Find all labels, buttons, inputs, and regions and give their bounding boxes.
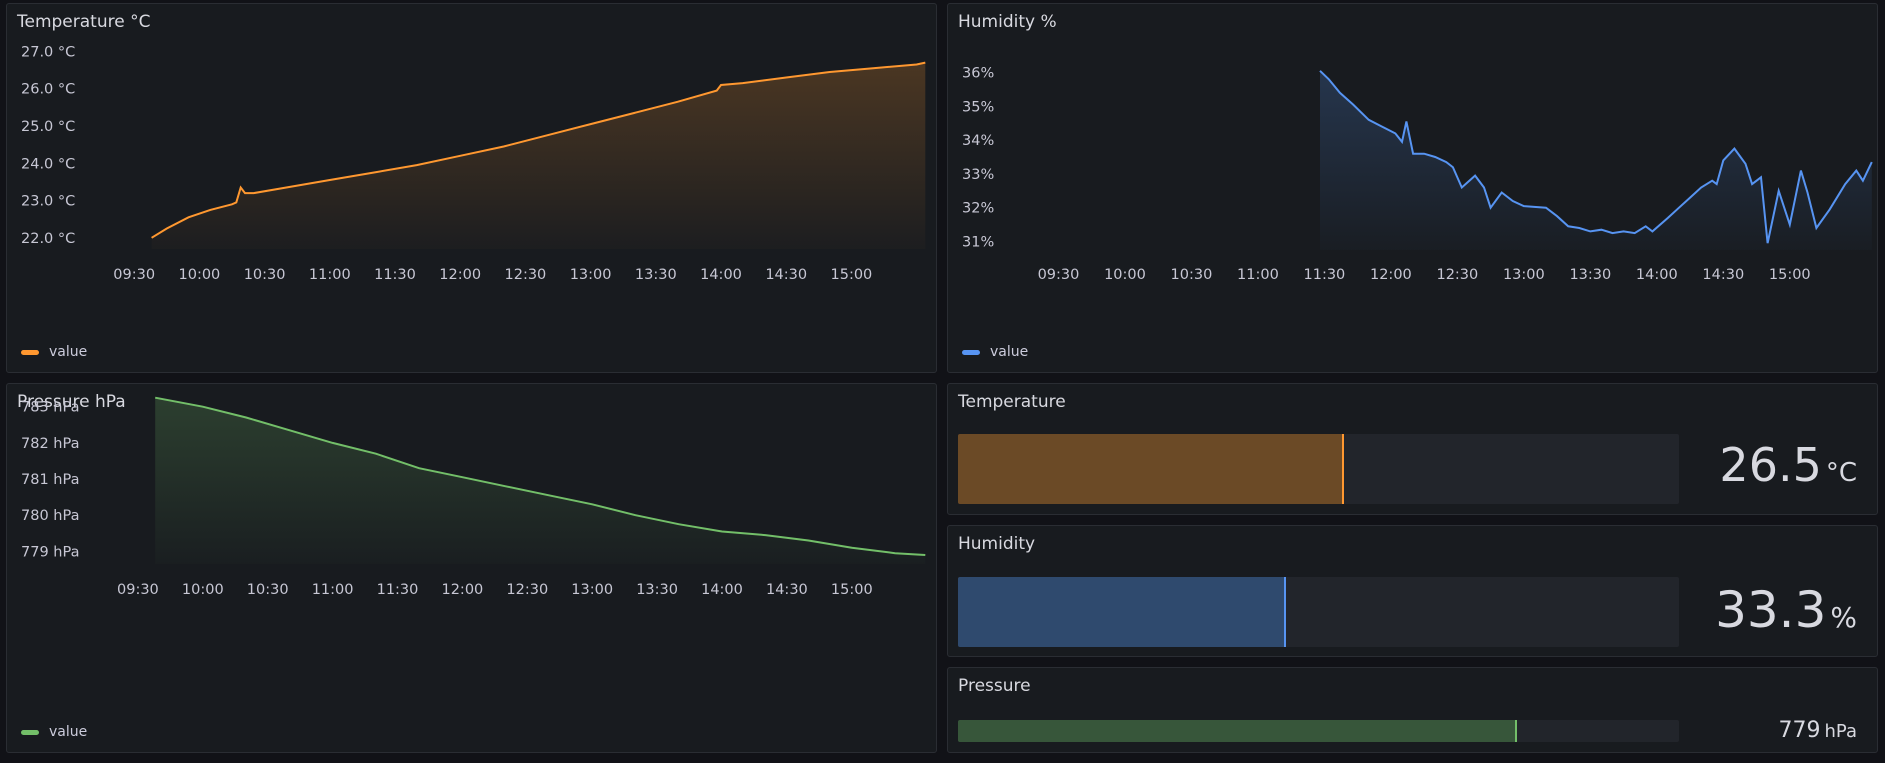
gauge-value: 779 hPa bbox=[1779, 718, 1857, 743]
gauge-number: 779 bbox=[1778, 718, 1821, 743]
x-tick-label: 12:30 bbox=[506, 582, 548, 598]
chart-legend[interactable]: value bbox=[21, 344, 87, 360]
y-tick-label: 23.0 °C bbox=[21, 194, 75, 210]
gauge-unit: % bbox=[1830, 601, 1857, 634]
y-tick-label: 783 hPa bbox=[21, 400, 79, 416]
legend-label: value bbox=[49, 344, 88, 360]
gauge-fill bbox=[958, 720, 1518, 742]
series-area bbox=[151, 62, 926, 249]
x-tick-label: 12:00 bbox=[439, 267, 481, 283]
temperature-gauge-panel: Temperature 26.5 °C bbox=[947, 383, 1878, 515]
x-tick-label: 14:00 bbox=[700, 267, 742, 283]
x-tick-label: 12:00 bbox=[441, 582, 483, 598]
panel-title: Humidity bbox=[958, 534, 1036, 554]
x-tick-label: 10:30 bbox=[247, 582, 289, 598]
y-tick-label: 25.0 °C bbox=[21, 119, 75, 135]
x-tick-label: 14:30 bbox=[766, 582, 808, 598]
humidity-chart: 36% 35% 34% 33% 32% 31% 09:30 10:00 10:30 11:00 11… bbox=[962, 66, 1873, 283]
gauge-value: 33.3% bbox=[1715, 581, 1857, 639]
gauge-fill bbox=[958, 577, 1286, 647]
humidity-chart-panel: Humidity % 36% 35% 34% 33% 32% 31% 09:30 10:00 1… bbox=[947, 3, 1878, 373]
x-tick-label: 10:30 bbox=[244, 267, 286, 283]
x-tick-label: 10:00 bbox=[1104, 267, 1146, 283]
y-tick-label: 33% bbox=[962, 167, 994, 183]
legend-swatch bbox=[21, 729, 39, 735]
legend-label: value bbox=[49, 724, 88, 740]
y-tick-label: 27.0 °C bbox=[21, 44, 75, 60]
x-tick-label: 15:00 bbox=[831, 267, 873, 283]
x-tick-label: 12:30 bbox=[1436, 267, 1478, 283]
x-tick-label: 09:30 bbox=[117, 582, 159, 598]
y-tick-label: 780 hPa bbox=[21, 508, 79, 524]
temperature-chart-panel: Temperature °C 27.0 °C 26.0 °C 25.0 °C 24.0… bbox=[6, 3, 937, 373]
x-tick-label: 14:00 bbox=[701, 582, 743, 598]
x-tick-label: 11:30 bbox=[1304, 267, 1346, 283]
x-tick-label: 11:00 bbox=[1237, 267, 1279, 283]
x-tick-label: 13:00 bbox=[1503, 267, 1545, 283]
gauge-unit: °C bbox=[1825, 458, 1857, 488]
legend-label: value bbox=[990, 344, 1029, 360]
y-tick-label: 24.0 °C bbox=[21, 156, 75, 172]
y-tick-label: 31% bbox=[962, 235, 994, 251]
gauge-fill bbox=[958, 434, 1344, 504]
temperature-gauge-bar bbox=[958, 434, 1679, 504]
x-tick-label: 10:30 bbox=[1171, 267, 1213, 283]
y-tick-label: 26.0 °C bbox=[21, 82, 75, 98]
x-tick-label: 14:00 bbox=[1636, 267, 1678, 283]
y-tick-label: 781 hPa bbox=[21, 472, 79, 488]
x-tick-label: 13:30 bbox=[1569, 267, 1611, 283]
y-tick-label: 22.0 °C bbox=[21, 231, 75, 247]
y-tick-label: 782 hPa bbox=[21, 436, 79, 452]
y-tick-label: 779 hPa bbox=[21, 544, 79, 560]
x-tick-label: 09:30 bbox=[113, 267, 155, 283]
x-tick-label: 12:00 bbox=[1370, 267, 1412, 283]
x-tick-label: 14:30 bbox=[1702, 267, 1744, 283]
x-tick-label: 09:30 bbox=[1038, 267, 1080, 283]
x-tick-label: 13:00 bbox=[571, 582, 613, 598]
pressure-chart-panel: Pressure hPa 783 hPa 782 hPa 781 hPa 780 hP… bbox=[6, 383, 937, 753]
y-tick-label: 35% bbox=[962, 99, 994, 115]
x-tick-label: 11:00 bbox=[309, 267, 351, 283]
gauge-unit: hPa bbox=[1824, 721, 1857, 742]
chart-legend[interactable]: value bbox=[962, 344, 1028, 360]
gauge-number: 33.3 bbox=[1715, 581, 1827, 639]
series-area bbox=[155, 397, 926, 564]
legend-swatch bbox=[21, 349, 39, 355]
pressure-chart: 783 hPa 782 hPa 781 hPa 780 hPa 779 hPa 09:30… bbox=[21, 396, 926, 598]
pressure-gauge-bar bbox=[958, 720, 1679, 742]
x-tick-label: 13:30 bbox=[636, 582, 678, 598]
x-tick-label: 12:30 bbox=[505, 267, 547, 283]
y-tick-label: 32% bbox=[962, 201, 994, 217]
panel-title: Pressure bbox=[958, 676, 1031, 696]
x-tick-label: 10:00 bbox=[179, 267, 221, 283]
x-tick-label: 10:00 bbox=[182, 582, 224, 598]
y-tick-label: 34% bbox=[962, 133, 994, 149]
x-tick-label: 15:00 bbox=[831, 582, 873, 598]
x-tick-label: 13:30 bbox=[635, 267, 677, 283]
x-tick-label: 11:00 bbox=[312, 582, 354, 598]
x-tick-label: 11:30 bbox=[377, 582, 419, 598]
temperature-chart: 27.0 °C 26.0 °C 25.0 °C 24.0 °C 23.0 °C 22.0 … bbox=[21, 44, 926, 283]
pressure-gauge-panel: Pressure 779 hPa bbox=[947, 667, 1878, 753]
gauge-number: 26.5 bbox=[1719, 438, 1822, 492]
legend-swatch bbox=[962, 349, 980, 355]
y-tick-label: 36% bbox=[962, 66, 994, 82]
humidity-gauge-panel: Humidity 33.3% bbox=[947, 525, 1878, 657]
humidity-gauge-bar bbox=[958, 577, 1679, 647]
chart-legend[interactable]: value bbox=[21, 724, 87, 740]
x-tick-label: 13:00 bbox=[570, 267, 612, 283]
x-tick-label: 14:30 bbox=[765, 267, 807, 283]
gauge-value: 26.5 °C bbox=[1719, 438, 1857, 492]
panel-title: Temperature bbox=[958, 392, 1066, 412]
x-tick-label: 11:30 bbox=[374, 267, 416, 283]
x-tick-label: 15:00 bbox=[1769, 267, 1811, 283]
